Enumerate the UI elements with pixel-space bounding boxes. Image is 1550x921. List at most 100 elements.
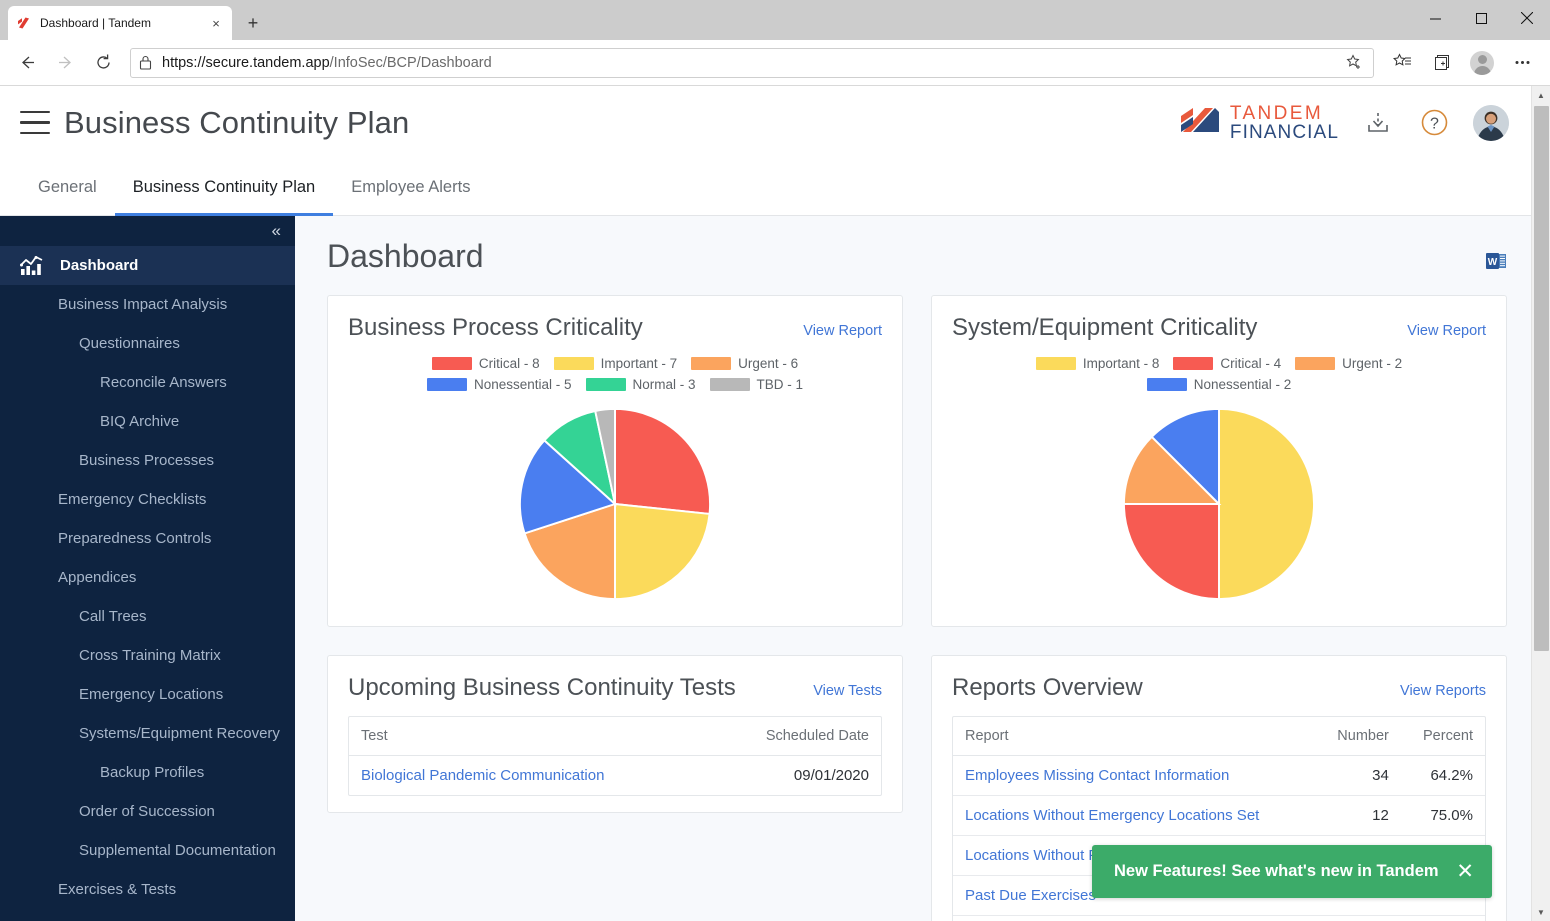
download-icon[interactable]	[1361, 106, 1395, 140]
card-title: Reports Overview	[952, 674, 1143, 701]
card-title: Business Process Criticality	[348, 314, 643, 341]
pie-slice-important[interactable]	[1218, 407, 1315, 601]
word-export-icon[interactable]: W	[1485, 250, 1507, 277]
scroll-down-arrow[interactable]: ▼	[1532, 903, 1550, 921]
settings-more-icon[interactable]	[1504, 46, 1540, 80]
sidebar-item-business-impact-analysis-label: Business Impact Analysis	[58, 296, 228, 313]
app-body: « Dashboard Business Impact Analysis Que…	[0, 216, 1531, 921]
sidebar-item-emergency-checklists-label: Emergency Checklists	[58, 491, 207, 508]
column-header-percent[interactable]: Percent	[1400, 717, 1485, 756]
sidebar-item-supplemental-documentation[interactable]: Supplemental Documentation	[0, 831, 295, 870]
user-avatar[interactable]	[1473, 104, 1509, 141]
sidebar-item-biq-archive[interactable]: BIQ Archive	[0, 402, 295, 441]
tab-close-icon[interactable]: ×	[208, 15, 224, 31]
view-reports-link[interactable]: View Reports	[1400, 683, 1486, 699]
sidebar-item-exercises-tests[interactable]: Exercises & Tests	[0, 870, 295, 909]
column-header-report[interactable]: Report	[953, 717, 1315, 756]
tab-business-continuity-plan[interactable]: Business Continuity Plan	[114, 159, 334, 216]
sidebar-item-emergency-locations[interactable]: Emergency Locations	[0, 675, 295, 714]
report-name-link[interactable]: Systems/Equipment Without Recovery Plan	[953, 916, 1315, 921]
forward-button[interactable]	[48, 46, 82, 80]
web-page: Business Continuity Plan TANDEM FINANCIA…	[0, 86, 1531, 921]
address-bar[interactable]: https://secure.tandem.app/InfoSec/BCP/Da…	[130, 47, 1374, 78]
view-report-link-business-process[interactable]: View Report	[803, 323, 882, 339]
sidebar-item-order-of-succession-label: Order of Succession	[79, 803, 215, 820]
legend-item[interactable]: Important - 7	[553, 356, 677, 371]
sidebar-item-backup-profiles[interactable]: Backup Profiles	[0, 753, 295, 792]
scrollbar-thumb[interactable]	[1534, 106, 1549, 651]
sidebar-item-business-processes[interactable]: Business Processes	[0, 441, 295, 480]
report-name-link[interactable]: Locations Without Emergency Locations Se…	[953, 795, 1315, 836]
sidebar-collapse-icon[interactable]: «	[0, 216, 295, 246]
svg-text:W: W	[1488, 257, 1498, 268]
legend-swatch-normal	[585, 378, 626, 391]
page-scrollbar[interactable]: ▲ ▼	[1531, 86, 1550, 921]
sidebar-item-business-impact-analysis[interactable]: Business Impact Analysis	[0, 285, 295, 324]
legend-item[interactable]: Critical - 8	[431, 356, 540, 371]
new-features-toast[interactable]: New Features! See what's new in Tandem ✕	[1092, 845, 1492, 898]
scroll-up-arrow[interactable]: ▲	[1532, 86, 1550, 104]
sidebar-item-systems-equipment-recovery-label: Systems/Equipment Recovery	[79, 725, 280, 742]
column-header-number[interactable]: Number	[1314, 717, 1401, 756]
sidebar-item-reconcile-answers-label: Reconcile Answers	[100, 374, 227, 391]
sidebar-item-cross-training-matrix-label: Cross Training Matrix	[79, 647, 221, 664]
legend-item[interactable]: Nonessential - 2	[1146, 377, 1291, 392]
lock-icon	[139, 55, 153, 70]
legend-item[interactable]: TBD - 1	[709, 377, 803, 392]
test-name-link[interactable]: Biological Pandemic Communication	[349, 756, 710, 796]
sidebar-item-preparedness-controls-label: Preparedness Controls	[58, 530, 212, 547]
legend-item[interactable]: Nonessential - 5	[426, 377, 572, 392]
pie-slice-critical[interactable]	[614, 407, 712, 516]
pie-slice-important[interactable]	[614, 502, 711, 601]
sidebar-item-emergency-checklists[interactable]: Emergency Checklists	[0, 480, 295, 519]
window-maximize-button[interactable]	[1458, 0, 1504, 36]
sidebar-item-questionnaires-label: Questionnaires	[79, 335, 180, 352]
upcoming-tests-table-container: Test Scheduled Date Biological Pandemic …	[348, 716, 882, 796]
app-header: Business Continuity Plan TANDEM FINANCIA…	[0, 86, 1531, 159]
sidebar-nav: « Dashboard Business Impact Analysis Que…	[0, 216, 295, 921]
tab-employee-alerts[interactable]: Employee Alerts	[333, 159, 488, 215]
card-header: Reports Overview View Reports	[952, 674, 1486, 702]
sidebar-item-systems-equipment-recovery[interactable]: Systems/Equipment Recovery	[0, 714, 295, 753]
close-icon[interactable]: ✕	[1456, 861, 1474, 882]
legend-swatch-nonessential	[426, 378, 467, 391]
legend-swatch-important	[1035, 357, 1076, 370]
sidebar-item-dashboard[interactable]: Dashboard	[0, 246, 295, 285]
sidebar-item-cross-training-matrix[interactable]: Cross Training Matrix	[0, 636, 295, 675]
tab-general[interactable]: General	[20, 159, 115, 215]
sidebar-item-appendices[interactable]: Appendices	[0, 558, 295, 597]
star-add-icon[interactable]	[1343, 52, 1365, 74]
dashboard-grid: Business Process Criticality View Report…	[327, 295, 1507, 921]
report-number: 12	[1314, 795, 1401, 836]
column-header-test[interactable]: Test	[349, 717, 710, 756]
report-percent: 64.2%	[1400, 755, 1485, 796]
collections-icon[interactable]	[1424, 46, 1460, 80]
card-header: Business Process Criticality View Report	[348, 314, 882, 342]
profile-icon[interactable]	[1464, 46, 1500, 80]
report-name-link[interactable]: Employees Missing Contact Information	[953, 755, 1315, 796]
legend-item[interactable]: Critical - 4	[1173, 356, 1281, 371]
window-close-button[interactable]	[1504, 0, 1550, 36]
back-button[interactable]	[10, 46, 44, 80]
new-tab-button[interactable]: +	[238, 8, 268, 38]
sidebar-item-reconcile-answers[interactable]: Reconcile Answers	[0, 363, 295, 402]
legend-swatch-important	[553, 357, 594, 370]
view-tests-link[interactable]: View Tests	[813, 683, 882, 699]
favorites-icon[interactable]	[1384, 46, 1420, 80]
sidebar-item-order-of-succession[interactable]: Order of Succession	[0, 792, 295, 831]
pie-slice-critical[interactable]	[1122, 503, 1220, 601]
column-header-scheduled-date[interactable]: Scheduled Date	[709, 717, 881, 756]
view-report-link-system-equipment[interactable]: View Report	[1407, 323, 1486, 339]
help-icon[interactable]: ?	[1417, 106, 1451, 140]
legend-item[interactable]: Urgent - 6	[691, 356, 798, 371]
sidebar-item-preparedness-controls[interactable]: Preparedness Controls	[0, 519, 295, 558]
legend-item[interactable]: Important - 8	[1035, 356, 1159, 371]
legend-item[interactable]: Normal - 3	[585, 377, 696, 392]
window-minimize-button[interactable]	[1412, 0, 1458, 36]
hamburger-icon[interactable]	[20, 110, 50, 135]
browser-tab[interactable]: Dashboard | Tandem ×	[8, 6, 232, 40]
reload-button[interactable]	[86, 46, 120, 80]
sidebar-item-questionnaires[interactable]: Questionnaires	[0, 324, 295, 363]
sidebar-item-call-trees[interactable]: Call Trees	[0, 597, 295, 636]
legend-item[interactable]: Urgent - 2	[1295, 356, 1402, 371]
